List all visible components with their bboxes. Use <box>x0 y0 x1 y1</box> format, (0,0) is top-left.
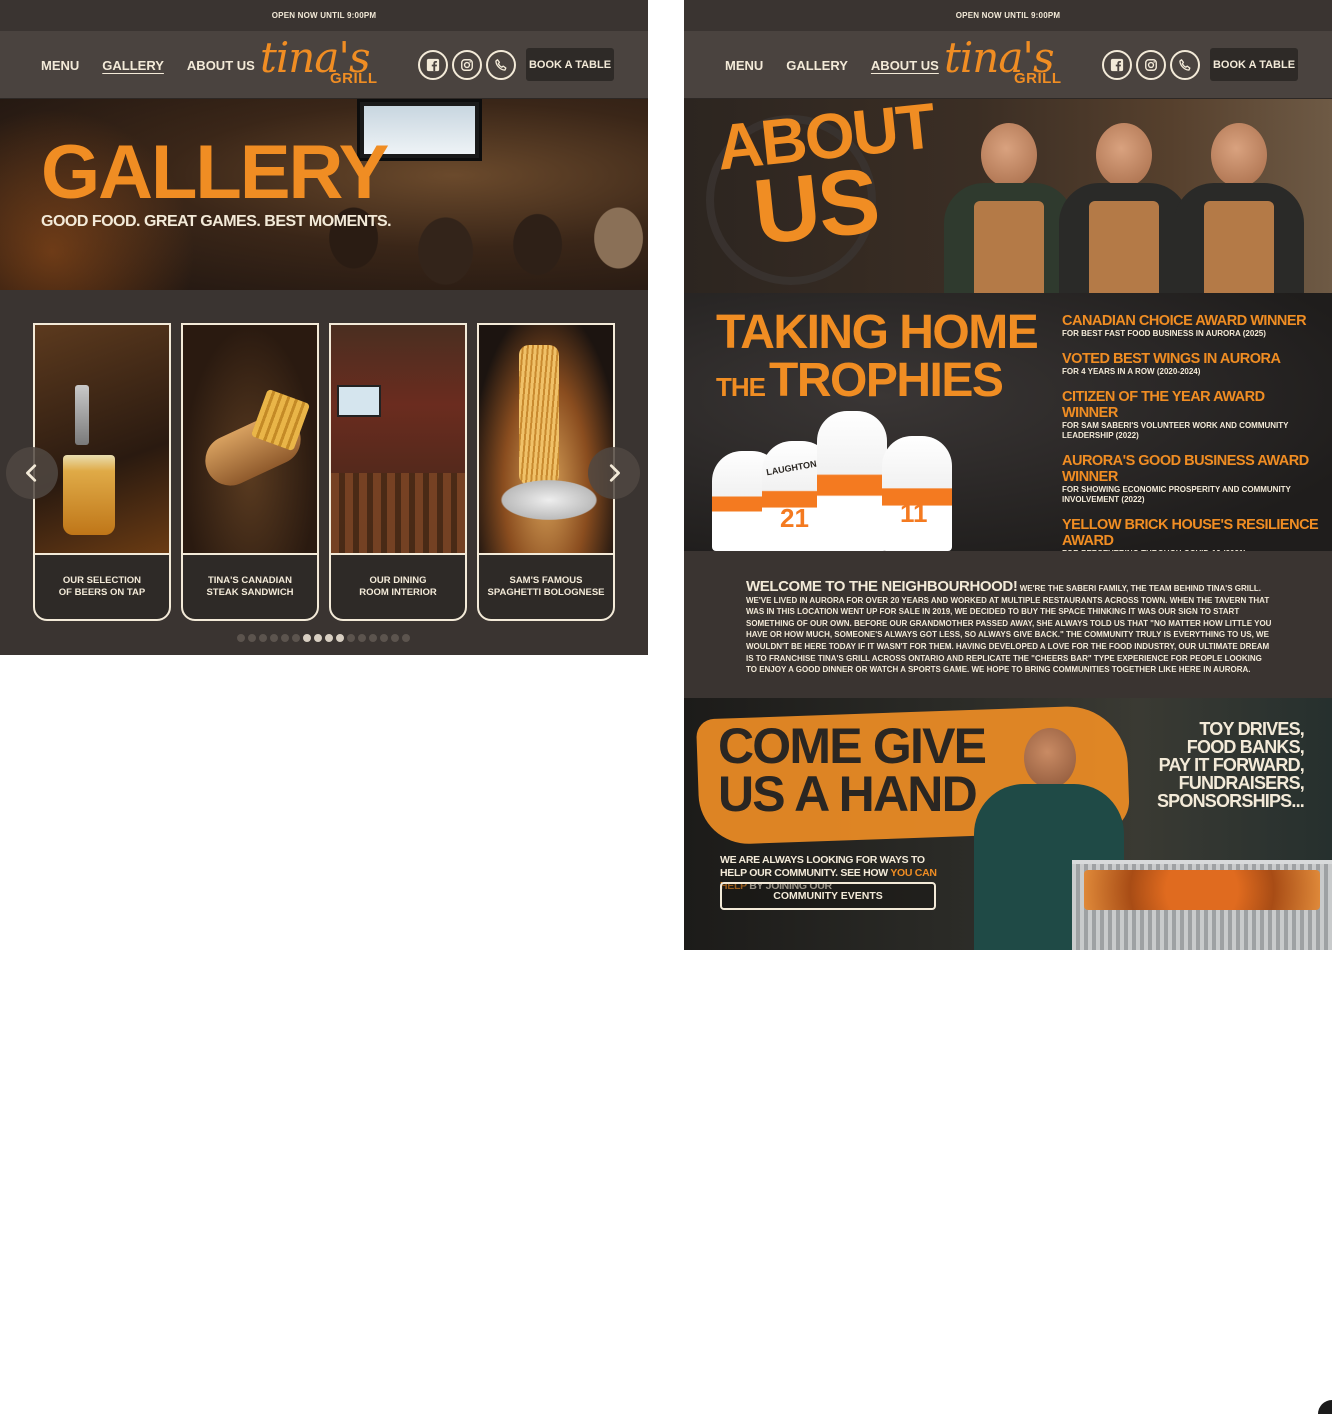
hours-banner: OPEN NOW UNTIL 9:00PM <box>684 0 1332 31</box>
book-table-button[interactable]: BOOK A TABLE <box>526 48 614 81</box>
carousel-dot[interactable] <box>369 634 377 642</box>
carousel-dot[interactable] <box>248 634 256 642</box>
gallery-title: GALLERY <box>41 130 389 215</box>
welcome-text: WELCOME TO THE NEIGHBOURHOOD! WE'RE THE … <box>746 578 1274 676</box>
social-links <box>1102 50 1200 80</box>
social-links <box>418 50 516 80</box>
carousel-dot[interactable] <box>259 634 267 642</box>
carousel-dot[interactable] <box>380 634 388 642</box>
award-item: VOTED BEST WINGS IN AURORA FOR 4 YEARS IN… <box>1062 351 1322 377</box>
chevron-right-icon <box>609 464 620 482</box>
nav-links: MENU GALLERY ABOUT US <box>725 31 939 99</box>
welcome-section: WELCOME TO THE NEIGHBOURHOOD! WE'RE THE … <box>684 551 1332 698</box>
logo-grill: GRILL <box>1014 70 1062 87</box>
gallery-page: OPEN NOW UNTIL 9:00PM MENU GALLERY ABOUT… <box>0 0 648 655</box>
carousel-dot[interactable] <box>314 634 322 642</box>
beer-tap-image <box>35 325 169 555</box>
carousel-dot[interactable] <box>303 634 311 642</box>
award-title: VOTED BEST WINGS IN AURORA <box>1062 351 1281 367</box>
phone-icon[interactable] <box>486 50 516 80</box>
awards-list: CANADIAN CHOICE AWARD WINNER FOR BEST FAS… <box>1062 313 1322 571</box>
chef-photo <box>944 123 1074 293</box>
logo-grill: GRILL <box>330 70 378 87</box>
award-title: AURORA'S GOOD BUSINESS AWARD WINNER <box>1062 453 1309 485</box>
community-activity: PAY IT FORWARD, <box>1158 755 1305 775</box>
carousel-prev-button[interactable] <box>6 447 58 499</box>
main-nav: MENU GALLERY ABOUT US tina's GRILL BOOK … <box>684 31 1332 99</box>
trophies-heading: TAKING HOME THETROPHIES <box>716 306 1039 407</box>
logo[interactable]: tina's GRILL <box>260 33 390 93</box>
instagram-icon[interactable] <box>1136 50 1166 80</box>
gallery-carousel: OUR SELECTION OF BEERS ON TAP TINA'S CANA… <box>0 290 648 655</box>
main-nav: MENU GALLERY ABOUT US tina's GRILL BOOK … <box>0 31 648 99</box>
award-item: AURORA'S GOOD BUSINESS AWARD WINNER FOR S… <box>1062 453 1322 505</box>
community-activities-list: TOY DRIVES, FOOD BANKS, PAY IT FORWARD, FUN… <box>1156 719 1305 811</box>
award-title: CANADIAN CHOICE AWARD WINNER <box>1062 313 1307 329</box>
nav-gallery[interactable]: GALLERY <box>786 58 848 73</box>
chef-photo <box>1174 123 1304 293</box>
community-events-button[interactable]: COMMUNITY EVENTS <box>720 882 936 910</box>
logo[interactable]: tina's GRILL <box>944 33 1074 93</box>
gallery-card-dining[interactable]: OUR DINING ROOM INTERIOR <box>329 323 467 621</box>
nav-gallery[interactable]: GALLERY <box>102 58 164 73</box>
about-hero: ABOUT US <box>684 99 1332 293</box>
community-activity: TOY DRIVES, <box>1199 719 1304 739</box>
award-description: FOR BEST FAST FOOD BUSINESS IN AURORA (2… <box>1062 329 1266 338</box>
community-activity: SPONSORSHIPS... <box>1156 791 1305 811</box>
card-caption: OUR DINING ROOM INTERIOR <box>359 575 437 598</box>
award-item: CITIZEN OF THE YEAR AWARD WINNER FOR SAM … <box>1062 389 1322 441</box>
carousel-pagination <box>237 634 410 642</box>
card-caption: OUR SELECTION OF BEERS ON TAP <box>58 575 146 598</box>
nav-about[interactable]: ABOUT US <box>871 58 939 73</box>
carousel-dot[interactable] <box>237 634 245 642</box>
nav-about[interactable]: ABOUT US <box>187 58 255 73</box>
award-title: CITIZEN OF THE YEAR AWARD WINNER <box>1062 389 1265 421</box>
nav-links: MENU GALLERY ABOUT US <box>41 31 255 99</box>
hours-banner: OPEN NOW UNTIL 9:00PM <box>0 0 648 31</box>
carousel-dot[interactable] <box>325 634 333 642</box>
carousel-dot[interactable] <box>358 634 366 642</box>
about-title: ABOUT US <box>713 99 938 265</box>
welcome-heading: WELCOME TO THE NEIGHBOURHOOD! <box>746 578 1018 595</box>
award-description: FOR SAM SABERI'S VOLUNTEER WORK AND COMM… <box>1062 421 1289 440</box>
carousel-dot[interactable] <box>336 634 344 642</box>
facebook-icon[interactable] <box>418 50 448 80</box>
award-title: YELLOW BRICK HOUSE'S RESILIENCE AWARD <box>1062 517 1319 549</box>
award-description: FOR 4 YEARS IN A ROW (2020-2024) <box>1062 367 1201 376</box>
gallery-card-sandwich[interactable]: TINA'S CANADIAN STEAK SANDWICH <box>181 323 319 621</box>
welcome-body: WE'RE THE SABERI FAMILY, THE TEAM BEHIND… <box>746 584 1272 675</box>
carousel-dot[interactable] <box>391 634 399 642</box>
card-caption: SAM'S FAMOUS SPAGHETTI BOLOGNESE <box>487 575 605 598</box>
chevron-left-icon <box>26 464 37 482</box>
carousel-dot[interactable] <box>347 634 355 642</box>
carousel-dot[interactable] <box>281 634 289 642</box>
trophies-section: TAKING HOME THETROPHIES 21 11 LAUGHTON C… <box>684 293 1332 558</box>
carousel-dot[interactable] <box>292 634 300 642</box>
steak-sandwich-image <box>183 325 317 555</box>
book-table-button[interactable]: BOOK A TABLE <box>1210 48 1298 81</box>
gallery-subtitle: GOOD FOOD. GREAT GAMES. BEST MOMENTS. <box>41 213 392 230</box>
spaghetti-image <box>479 325 613 555</box>
carousel-dot[interactable] <box>270 634 278 642</box>
nav-menu[interactable]: MENU <box>725 58 763 73</box>
phone-icon[interactable] <box>1170 50 1200 80</box>
food-trays-image <box>1072 860 1332 950</box>
give-a-hand-section: COME GIVE US A HAND TOY DRIVES, FOOD BANKS… <box>684 698 1332 950</box>
nav-menu[interactable]: MENU <box>41 58 79 73</box>
award-item: CANADIAN CHOICE AWARD WINNER FOR BEST FAS… <box>1062 313 1322 339</box>
about-page: OPEN NOW UNTIL 9:00PM MENU GALLERY ABOUT… <box>684 0 1332 950</box>
instagram-icon[interactable] <box>452 50 482 80</box>
carousel-dot[interactable] <box>402 634 410 642</box>
window-corner <box>1318 1400 1332 1414</box>
award-description: FOR SHOWING ECONOMIC PROSPERITY AND COMM… <box>1062 485 1291 504</box>
community-activity: FUNDRAISERS, <box>1178 773 1305 793</box>
card-caption: TINA'S CANADIAN STEAK SANDWICH <box>206 575 294 598</box>
facebook-icon[interactable] <box>1102 50 1132 80</box>
gallery-hero: GALLERY GOOD FOOD. GREAT GAMES. BEST MOM… <box>0 99 648 290</box>
hockey-players-image: 21 11 LAUGHTON <box>702 399 992 551</box>
dining-room-image <box>331 325 465 555</box>
carousel-next-button[interactable] <box>588 447 640 499</box>
chef-photo <box>1059 123 1189 293</box>
community-activity: FOOD BANKS, <box>1186 737 1305 757</box>
